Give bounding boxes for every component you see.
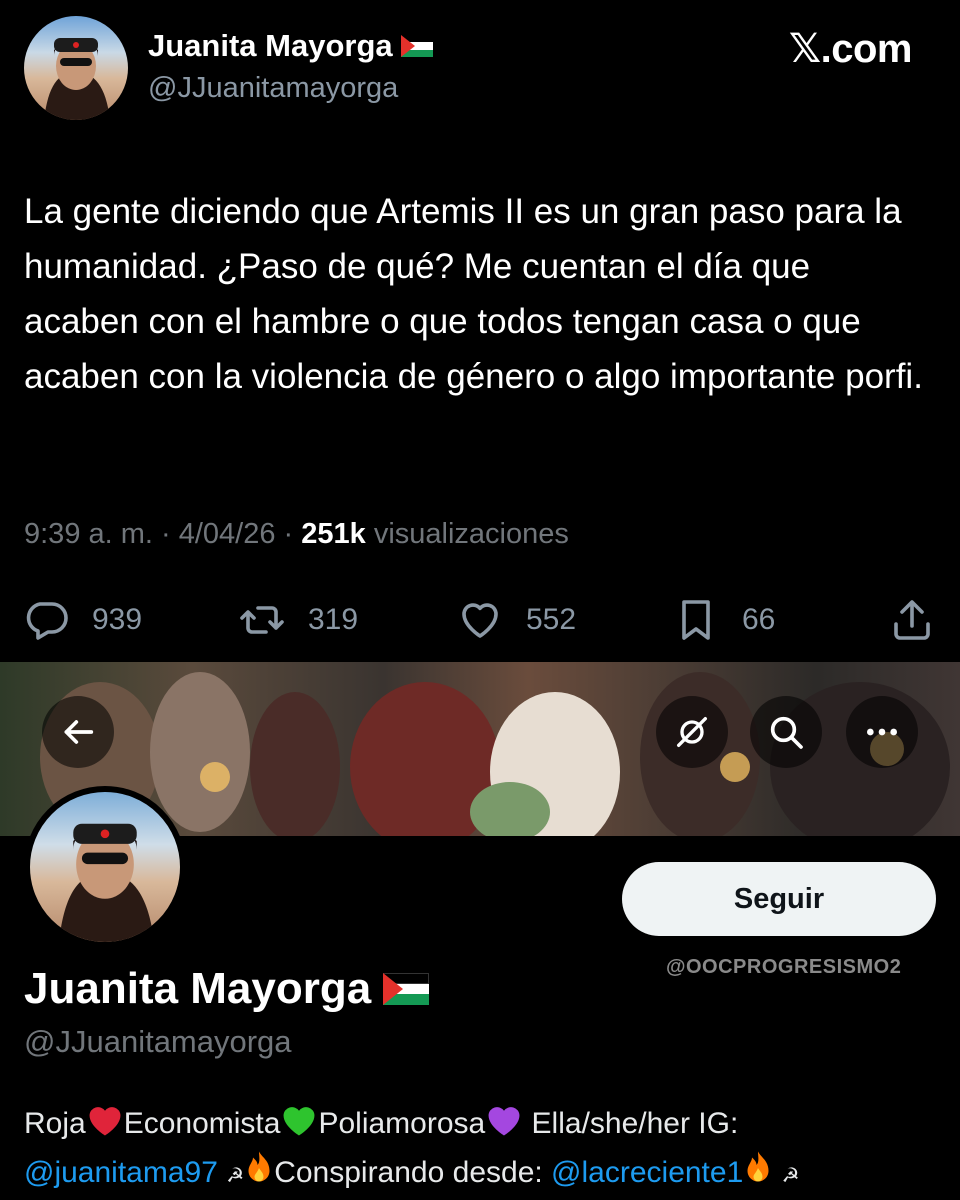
palestine-flag-icon — [383, 973, 430, 1005]
profile-name-row: Juanita Mayorga — [24, 964, 430, 1014]
author-handle[interactable]: @JJuanitamayorga — [148, 72, 398, 105]
repost-button[interactable]: 319 — [238, 590, 358, 650]
bio-text-pronouns: Ella/she/her IG: — [523, 1107, 739, 1140]
bio-text-conspirando: Conspirando desde: — [274, 1156, 552, 1189]
views-label: visualizaciones — [365, 518, 569, 550]
bio-link-lacreciente[interactable]: @lacreciente1 — [551, 1156, 743, 1189]
like-icon — [462, 603, 498, 638]
like-count: 552 — [526, 603, 577, 636]
palestine-flag-icon — [400, 35, 433, 57]
bio-text-roja: Roja — [24, 1107, 86, 1140]
bio-text-poliamorosa: Poliamorosa — [318, 1107, 486, 1140]
hammer-sickle-icon: ☭ — [781, 1165, 800, 1187]
like-button[interactable]: 552 — [456, 590, 576, 650]
more-icon — [867, 728, 897, 736]
back-arrow-icon — [64, 720, 94, 744]
more-button[interactable] — [846, 696, 918, 768]
tweet-time[interactable]: 9:39 a. m. · 4/04/26 · — [24, 518, 301, 550]
red-heart-icon — [86, 1103, 124, 1150]
bio-link-instagram[interactable]: @juanitama97 — [24, 1156, 218, 1189]
author-name-row: Juanita Mayorga — [148, 28, 433, 64]
profile-bio: Roja Economista Poliamorosa Ella/she/her I… — [24, 1102, 936, 1199]
hide-button[interactable] — [656, 696, 728, 768]
search-button[interactable] — [750, 696, 822, 768]
reply-button[interactable]: 939 — [22, 590, 142, 650]
x-logo: 𝕏.com — [788, 27, 913, 71]
author-avatar[interactable] — [24, 16, 128, 120]
avatar-photo — [58, 823, 155, 942]
bookmark-button[interactable]: 66 — [672, 590, 775, 650]
author-name[interactable]: Juanita Mayorga — [148, 28, 393, 64]
profile-name: Juanita Mayorga — [24, 964, 372, 1013]
watermark: @OOCPROGRESISMO2 — [666, 956, 902, 978]
search-icon — [770, 716, 803, 749]
green-heart-icon — [280, 1103, 318, 1150]
fire-icon — [743, 1150, 773, 1199]
follow-button[interactable]: Seguir — [622, 862, 936, 936]
profile-avatar[interactable] — [24, 786, 186, 948]
tweet-actions: 939 319 552 66 — [0, 590, 960, 650]
fire-icon — [244, 1150, 274, 1199]
avatar-photo — [44, 38, 110, 120]
reply-icon — [26, 602, 68, 640]
hammer-sickle-icon: ☭ — [226, 1165, 245, 1187]
bookmark-count: 66 — [742, 603, 776, 636]
purple-heart-icon — [485, 1103, 523, 1150]
back-button[interactable] — [42, 696, 114, 768]
tweet-meta: 9:39 a. m. · 4/04/26 · 251k visualizacio… — [24, 518, 569, 551]
repost-icon — [240, 606, 284, 634]
tweet-text: La gente diciendo que Artemis II es un g… — [24, 192, 923, 396]
views-count: 251k — [301, 518, 366, 550]
hide-icon — [677, 717, 707, 747]
repost-count: 319 — [308, 603, 359, 636]
bookmark-icon — [682, 600, 710, 640]
profile-handle: @JJuanitamayorga — [24, 1024, 292, 1059]
tweet-card: Juanita Mayorga @JJuanitamayorga 𝕏.com L… — [0, 0, 960, 658]
profile-section: Seguir @OOCPROGRESISMO2 Juanita Mayorga … — [0, 658, 960, 1200]
bio-text-economista: Economista — [123, 1107, 281, 1140]
reply-count: 939 — [92, 603, 143, 636]
share-button[interactable] — [888, 590, 936, 650]
share-icon — [894, 600, 930, 640]
